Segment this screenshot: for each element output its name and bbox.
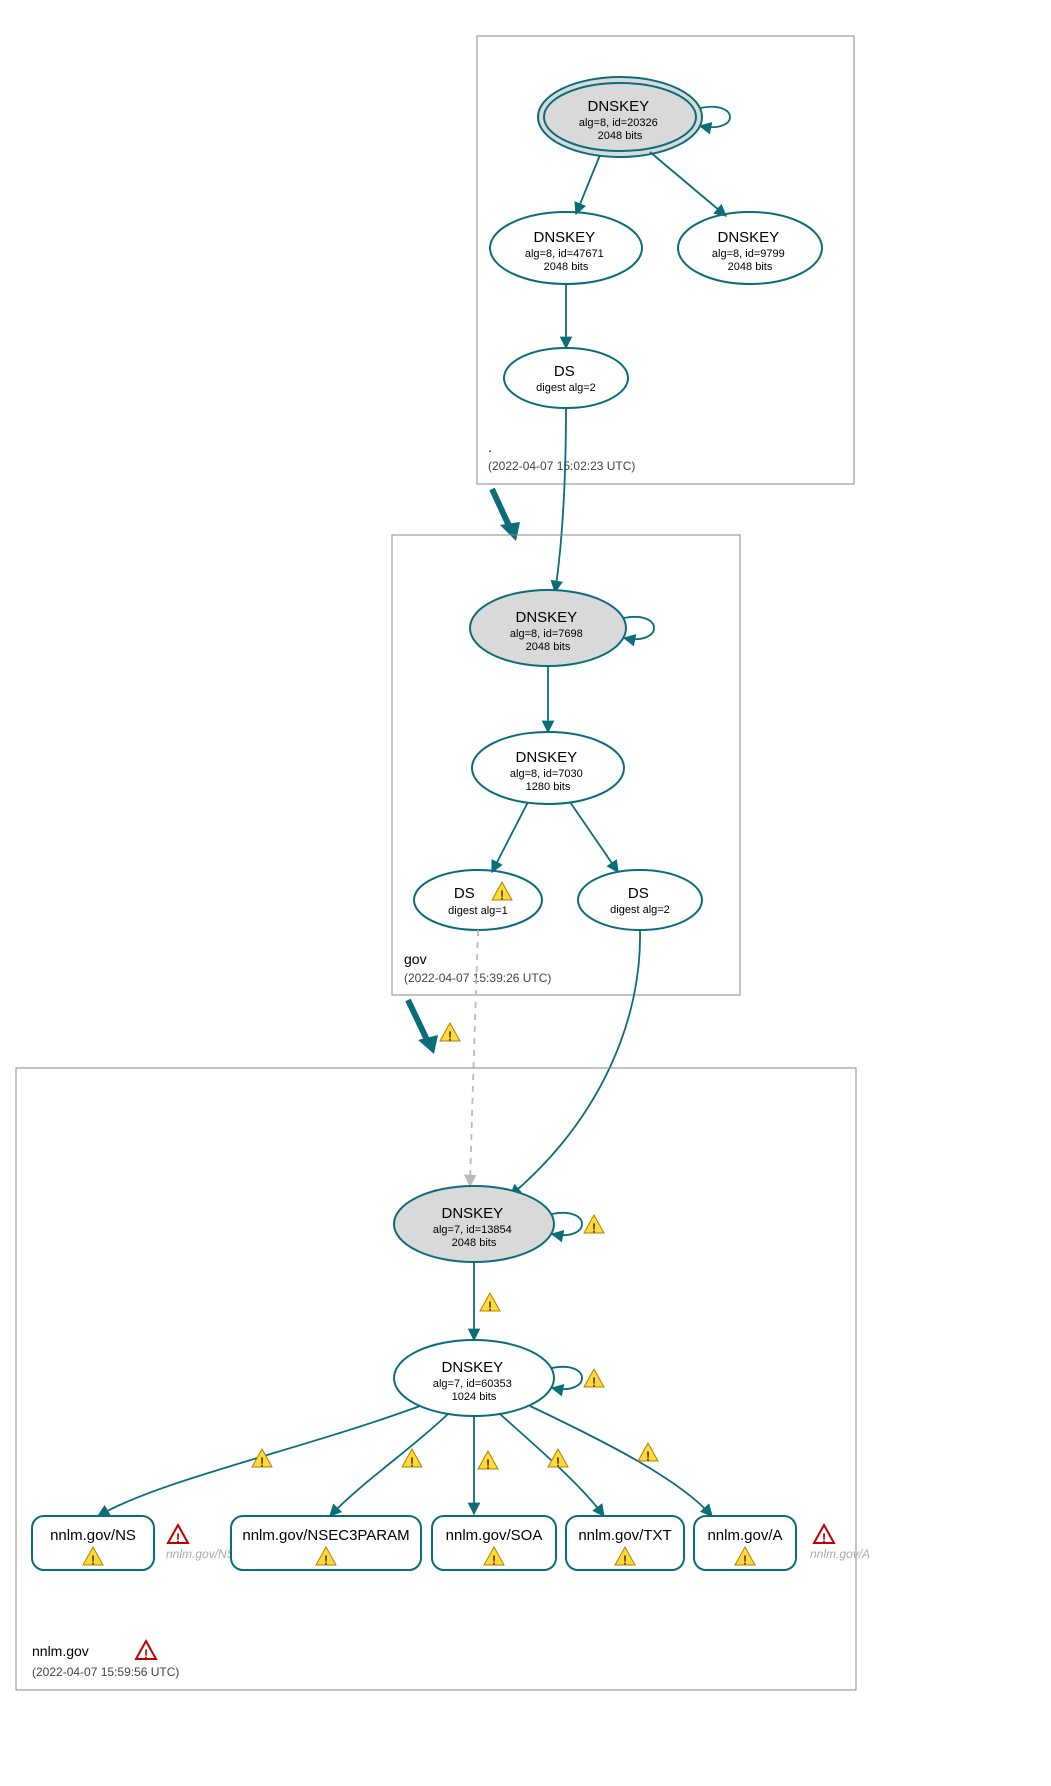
root-ds-sub1: digest alg=2 — [536, 382, 596, 394]
edge-gov-ds2-to-nnlm-ksk — [510, 930, 640, 1196]
svg-text:nnlm.gov/NSEC3PARAM: nnlm.gov/NSEC3PARAM — [242, 1527, 409, 1544]
nnlm-zsk-node: DNSKEY alg=7, id=60353 1024 bits — [394, 1340, 604, 1416]
nnlm-ns-ghost: nnlm.gov/NS — [166, 1547, 235, 1561]
nnlm-ksk-title: DNSKEY — [441, 1205, 503, 1222]
gov-zsk-node: DNSKEY alg=8, id=7030 1280 bits — [472, 732, 624, 804]
warning-icon — [584, 1369, 604, 1389]
edge-gov-zsk-ds2 — [570, 802, 618, 872]
warning-icon — [440, 1023, 460, 1043]
gov-zsk-title: DNSKEY — [515, 749, 577, 766]
zone-root: DNSKEY alg=8, id=20326 2048 bits DNSKEY … — [477, 36, 854, 484]
nnlm-ksk-node: DNSKEY alg=7, id=13854 2048 bits — [394, 1186, 604, 1262]
gov-ksk-sub1: alg=8, id=7698 — [510, 628, 583, 640]
root-ksk-sub2: 2048 bits — [598, 130, 643, 142]
nnlm-zone-label: nnlm.gov — [32, 1643, 89, 1659]
nnlm-a-node: nnlm.gov/A — [694, 1516, 796, 1570]
error-icon — [168, 1525, 188, 1545]
root-ksk-node: DNSKEY alg=8, id=20326 2048 bits — [538, 77, 730, 157]
gov-ds1-node: DS digest alg=1 — [414, 870, 542, 930]
svg-text:nnlm.gov/A: nnlm.gov/A — [707, 1527, 782, 1544]
nnlm-nsec3-label: nnlm.gov/NSEC3PARAM — [242, 1527, 409, 1544]
nnlm-zsk-title: DNSKEY — [441, 1359, 503, 1376]
root-zone-time: (2022-04-07 15:02:23 UTC) — [488, 459, 635, 473]
nnlm-soa-node: nnlm.gov/SOA — [432, 1516, 556, 1570]
root-zsk1-sub2: 2048 bits — [544, 261, 589, 273]
edge-root-ksk-zsk2 — [650, 152, 726, 216]
edge-gov-to-nnlm-thick — [408, 1000, 428, 1042]
nnlm-zone-time: (2022-04-07 15:59:56 UTC) — [32, 1665, 179, 1679]
gov-zone-label: gov — [404, 951, 427, 967]
zone-nnlm: DNSKEY alg=7, id=13854 2048 bits DNSKEY … — [16, 1068, 870, 1690]
root-zsk1-sub1: alg=8, id=47671 — [525, 248, 604, 260]
nnlm-a-ghost: nnlm.gov/A — [810, 1547, 870, 1561]
edge-root-ksk-zsk1 — [576, 155, 600, 214]
gov-ksk-title: DNSKEY — [515, 609, 577, 626]
root-zsk2-node: DNSKEY alg=8, id=9799 2048 bits — [678, 212, 822, 284]
nnlm-zsk-sub2: 1024 bits — [452, 1391, 497, 1403]
nnlm-a-label: nnlm.gov/A — [707, 1527, 782, 1544]
dnssec-graph: ! ! DNSKEY alg=8, id=20326 2048 bits DNS… — [0, 0, 1051, 1786]
gov-ds2-node: DS digest alg=2 — [578, 870, 702, 930]
root-zsk2-sub2: 2048 bits — [728, 261, 773, 273]
edge-root-ds-to-gov-ksk — [555, 408, 566, 592]
error-icon — [814, 1525, 834, 1545]
gov-zsk-sub2: 1280 bits — [526, 781, 571, 793]
root-ds-title: DS — [554, 363, 575, 380]
gov-ds2-title: DS — [628, 885, 649, 902]
nnlm-ns-node: nnlm.gov/NS — [32, 1516, 154, 1570]
error-icon — [136, 1641, 156, 1661]
warning-icon — [478, 1451, 498, 1471]
nnlm-soa-label: nnlm.gov/SOA — [446, 1527, 543, 1544]
gov-zone-time: (2022-04-07 15:39:26 UTC) — [404, 971, 551, 985]
root-ksk-title: DNSKEY — [587, 98, 649, 115]
root-zsk1-node: DNSKEY alg=8, id=47671 2048 bits — [490, 212, 642, 284]
gov-ds2-sub1: digest alg=2 — [610, 904, 670, 916]
root-zsk2-sub1: alg=8, id=9799 — [712, 248, 785, 260]
edge-gov-ds1-to-nnlm-ksk — [470, 930, 478, 1186]
svg-text:nnlm.gov/NS: nnlm.gov/NS — [50, 1527, 136, 1544]
nnlm-ksk-sub2: 2048 bits — [452, 1237, 497, 1249]
nnlm-txt-node: nnlm.gov/TXT — [566, 1516, 684, 1570]
nnlm-zsk-sub1: alg=7, id=60353 — [433, 1378, 512, 1390]
root-ds-node: DS digest alg=2 — [504, 348, 628, 408]
nnlm-ksk-sub1: alg=7, id=13854 — [433, 1224, 512, 1236]
gov-ksk-sub2: 2048 bits — [526, 641, 571, 653]
svg-text:nnlm.gov/SOA: nnlm.gov/SOA — [446, 1527, 543, 1544]
gov-ds1-sub1: digest alg=1 — [448, 905, 508, 917]
root-zone-label: . — [488, 439, 492, 455]
root-zsk2-title: DNSKEY — [717, 229, 779, 246]
edge-gov-zsk-ds1 — [492, 802, 528, 872]
root-ksk-sub1: alg=8, id=20326 — [579, 117, 658, 129]
warning-icon — [638, 1443, 658, 1463]
nnlm-ns-label: nnlm.gov/NS — [50, 1527, 136, 1544]
root-zsk1-title: DNSKEY — [533, 229, 595, 246]
zone-gov: DNSKEY alg=8, id=7698 2048 bits DNSKEY a… — [392, 535, 740, 995]
svg-text:nnlm.gov/TXT: nnlm.gov/TXT — [578, 1527, 671, 1544]
nnlm-txt-label: nnlm.gov/TXT — [578, 1527, 671, 1544]
edge-root-to-gov-thick — [492, 489, 510, 528]
gov-zsk-sub1: alg=8, id=7030 — [510, 768, 583, 780]
warning-icon — [480, 1293, 500, 1313]
gov-ds1-title: DS — [454, 885, 475, 902]
warning-icon — [584, 1215, 604, 1235]
nnlm-nsec3-node: nnlm.gov/NSEC3PARAM — [231, 1516, 421, 1570]
gov-ksk-node: DNSKEY alg=8, id=7698 2048 bits — [470, 590, 654, 666]
